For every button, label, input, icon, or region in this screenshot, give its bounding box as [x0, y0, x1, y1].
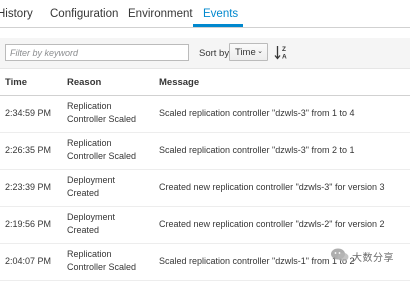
event-message: Created new replication controller "dzwl… — [159, 182, 385, 192]
event-message: Created new replication controller "dzwl… — [159, 219, 385, 229]
event-reason-line: Controller Scaled — [67, 114, 137, 124]
event-reason-line: Created — [67, 225, 100, 235]
watermark-text: 大数分享 — [352, 253, 394, 264]
event-time: 2:04:07 PM — [5, 256, 52, 266]
event-time: 2:19:56 PM — [5, 219, 52, 229]
event-time: 2:34:59 PM — [5, 108, 52, 118]
event-reason-line: Created — [67, 188, 100, 198]
event-reason-line: Deployment — [67, 212, 116, 222]
sort-field-dropdown[interactable]: Time ⌄ — [229, 43, 268, 61]
table-row: 2:26:35 PM Replication Controller Scaled… — [0, 132, 410, 170]
event-reason: Replication Controller Scaled — [67, 137, 152, 163]
event-reason-line: Controller Scaled — [67, 262, 137, 272]
sort-alpha-desc-icon[interactable]: Z A — [274, 43, 288, 61]
table-row: 2:23:39 PM Deployment Created Created ne… — [0, 169, 410, 207]
watermark: 大数分享 — [328, 243, 410, 267]
sort-by-label: Sort by — [199, 48, 230, 59]
event-reason-line: Replication — [67, 101, 112, 111]
event-time: 2:26:35 PM — [5, 145, 52, 155]
event-message: Scaled replication controller "dzwls-3" … — [159, 108, 355, 118]
table-row: 2:34:59 PM Replication Controller Scaled… — [0, 95, 410, 133]
tab-history[interactable]: History — [0, 8, 33, 20]
column-header-time[interactable]: Time — [5, 77, 27, 88]
column-header-reason[interactable]: Reason — [67, 77, 101, 88]
event-reason-line: Deployment — [67, 175, 116, 185]
table-row: 2:19:56 PM Deployment Created Created ne… — [0, 206, 410, 244]
tab-events[interactable]: Events — [203, 8, 238, 20]
filter-toolbar: Sort by Time ⌄ Z A — [0, 38, 410, 69]
chat-bubble-icon — [331, 248, 349, 262]
tab-bar: History Configuration Environment Events — [0, 0, 410, 28]
tab-environment[interactable]: Environment — [128, 8, 193, 20]
event-reason: Replication Controller Scaled — [67, 100, 152, 126]
event-message: Scaled replication controller "dzwls-3" … — [159, 145, 355, 155]
table-header: Time Reason Message — [0, 68, 410, 96]
chevron-down-icon: ⌄ — [257, 48, 263, 55]
event-reason-line: Replication — [67, 249, 112, 259]
event-reason: Deployment Created — [67, 211, 152, 237]
column-header-message[interactable]: Message — [159, 77, 199, 88]
event-reason-line: Controller Scaled — [67, 151, 137, 161]
active-tab-indicator — [193, 24, 243, 27]
event-reason: Deployment Created — [67, 174, 152, 200]
event-time: 2:23:39 PM — [5, 182, 52, 192]
event-reason: Replication Controller Scaled — [67, 248, 152, 274]
svg-text:A: A — [282, 54, 287, 61]
event-reason-line: Replication — [67, 138, 112, 148]
tab-configuration[interactable]: Configuration — [50, 8, 118, 20]
sort-field-value: Time — [235, 47, 256, 58]
filter-keyword-input[interactable] — [5, 44, 189, 61]
event-message: Scaled replication controller "dzwls-1" … — [159, 256, 355, 266]
svg-text:Z: Z — [282, 46, 286, 53]
